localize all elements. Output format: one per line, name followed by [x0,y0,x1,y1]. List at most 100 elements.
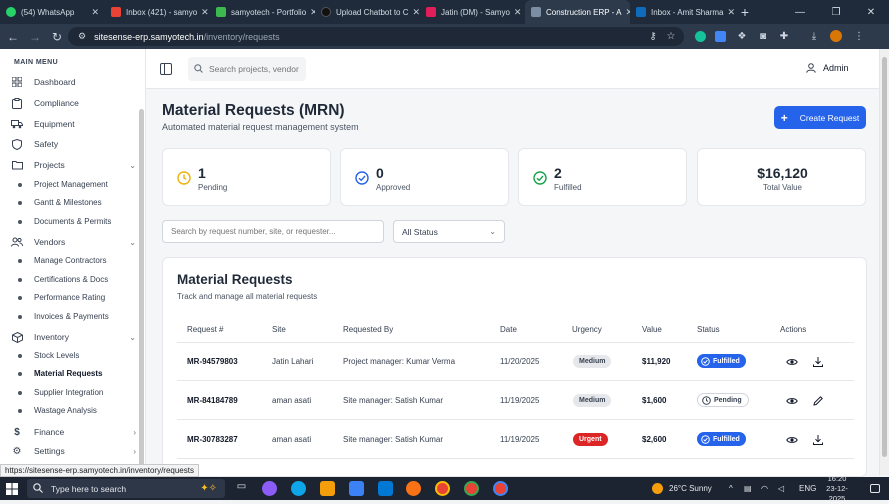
copilot-icon[interactable] [262,481,277,496]
browser-tab[interactable]: Upload Chatbot to C ✕ [315,0,420,24]
sidebar-subitem[interactable]: Manage Contractors [18,253,136,268]
language-indicator[interactable]: ENG [799,477,816,500]
user-menu[interactable]: Admin [806,63,849,73]
sidebar-item-dashboard[interactable]: Dashboard [10,74,136,90]
mail-icon[interactable] [349,481,364,496]
sidebar-subitem[interactable]: Wastage Analysis [18,403,136,418]
global-search-input[interactable] [209,64,299,74]
table-row[interactable]: MR-84184789 aman asati Site manager: Sat… [177,382,854,420]
view-eye-icon[interactable] [786,355,798,367]
taskbar-search[interactable]: Type here to search ✦✧ [27,479,225,498]
password-key-icon[interactable]: ⚷ [645,28,661,44]
create-request-button[interactable]: + Create Request [774,106,866,129]
close-icon[interactable]: ✕ [510,7,522,18]
profile-icon[interactable] [828,28,844,44]
site-icon [531,7,541,17]
chrome-icon[interactable] [435,481,450,496]
chevron-down-icon[interactable]: ⌄ [129,238,136,247]
browser-tab[interactable]: Inbox - Amit Sharma ✕ [630,0,735,24]
tray-chevron-up-icon[interactable]: ^ [729,477,733,500]
sidebar-item-projects[interactable]: Projects ⌄ [10,157,136,173]
sidebar-item-equipment[interactable]: Equipment [10,116,136,132]
sidebar-subitem[interactable]: Invoices & Payments [18,309,136,324]
close-icon[interactable]: ✕ [197,7,209,18]
notification-icon[interactable] [870,477,880,500]
close-icon[interactable]: ✕ [306,7,315,18]
urgency-badge: Medium [573,355,612,368]
edge-icon[interactable] [291,481,306,496]
status-filter-select[interactable]: All Status ⌄ [393,220,505,243]
close-icon[interactable]: ✕ [621,7,630,18]
chevron-down-icon[interactable]: ⌄ [129,161,136,170]
extension-icon[interactable]: ❖ [734,28,750,44]
browser-tab[interactable]: (54) WhatsApp ✕ [0,0,105,24]
task-view-icon[interactable]: ▭ [234,481,249,496]
firefox-icon[interactable] [406,481,421,496]
sidebar-subitem[interactable]: Stock Levels [18,348,136,363]
wifi-icon[interactable]: ◠ [761,477,768,500]
minimize-button[interactable]: — [782,0,818,24]
view-eye-icon[interactable] [786,433,798,445]
sidebar-scrollbar[interactable] [139,109,144,469]
close-icon[interactable]: ✕ [409,7,421,18]
back-arrow-icon[interactable]: ← [2,30,24,44]
close-icon[interactable]: ✕ [87,7,99,18]
chevron-down-icon[interactable]: ⌄ [129,333,136,342]
new-tab-button[interactable]: + [735,4,755,20]
bookmark-star-icon[interactable]: ☆ [663,28,679,44]
sidebar-subitem-active[interactable]: Material Requests [18,366,136,381]
chrome-icon[interactable] [493,481,508,496]
sidebar-item-finance[interactable]: $ Finance › [10,424,136,440]
table-row[interactable]: MR-94579803 Jatin Lahari Project manager… [177,343,854,381]
edit-pencil-icon[interactable] [812,394,824,406]
sidebar-subitem[interactable]: Documents & Permits [18,214,136,229]
puzzle-icon[interactable]: ✚ [776,28,792,44]
download-icon[interactable]: ⤓ [806,28,822,44]
sidebar-subitem[interactable]: Certifications & Docs [18,272,136,287]
browser-tab-active[interactable]: Construction ERP - A ✕ [525,0,630,24]
sidebar-item-inventory[interactable]: Inventory ⌄ [10,329,136,345]
page-scrollbar[interactable] [879,49,889,475]
url-field[interactable]: ⚙ sitesense-erp.samyotech.in/inventory/r… [68,27,684,46]
outlook-icon[interactable] [378,481,393,496]
sidebar-subitem[interactable]: Gantt & Milestones [18,195,136,210]
network-icon[interactable]: ▤ [744,477,752,500]
forward-arrow-icon[interactable]: → [24,30,46,44]
grammarly-icon[interactable] [692,28,708,44]
window-close-button[interactable]: ✕ [853,0,889,24]
sidebar-item-safety[interactable]: Safety [10,136,136,152]
file-explorer-icon[interactable] [320,481,335,496]
table-row[interactable]: MR-30783287 aman asati Site manager: Sat… [177,421,854,459]
site-info-icon[interactable]: ⚙ [78,31,86,42]
view-eye-icon[interactable] [786,394,798,406]
close-icon[interactable]: ✕ [723,7,735,18]
chevron-right-icon[interactable]: › [133,428,136,437]
clock[interactable]: 16:20 23-12-2025 [819,474,855,503]
sidebar-item-settings[interactable]: ⚙ Settings › [10,443,136,459]
windows-start-icon[interactable] [0,477,24,500]
volume-icon[interactable]: ◁ [778,477,784,500]
sidebar-item-compliance[interactable]: Compliance [10,95,136,111]
scrollbar-thumb[interactable] [882,57,887,457]
sidebar-subitem[interactable]: Performance Rating [18,290,136,305]
maximize-button[interactable]: ❐ [818,0,854,24]
reload-icon[interactable]: ↻ [46,30,68,44]
browser-tab[interactable]: Jatin (DM) - Samyo ✕ [420,0,525,24]
camera-icon[interactable]: ◙ [755,28,771,44]
sidebar-item-vendors[interactable]: Vendors ⌄ [10,234,136,250]
request-search-input[interactable] [162,220,384,243]
column-header: Value [642,325,662,334]
chrome-icon[interactable] [464,481,479,496]
browser-tab[interactable]: samyotech - Portfolio ✕ [210,0,315,24]
sidebar-toggle-icon[interactable] [160,62,172,75]
translate-icon[interactable] [712,28,728,44]
sidebar-subitem[interactable]: Supplier Integration [18,385,136,400]
weather-widget[interactable]: 26°C Sunny [652,477,712,500]
global-search[interactable] [188,57,306,81]
chrome-menu-icon[interactable]: ⋮ [851,28,867,44]
browser-tab[interactable]: Inbox (421) - samyo ✕ [105,0,210,24]
sidebar-subitem[interactable]: Project Management [18,177,136,192]
download-icon[interactable] [812,433,824,445]
download-icon[interactable] [812,355,824,367]
chevron-right-icon[interactable]: › [133,447,136,456]
